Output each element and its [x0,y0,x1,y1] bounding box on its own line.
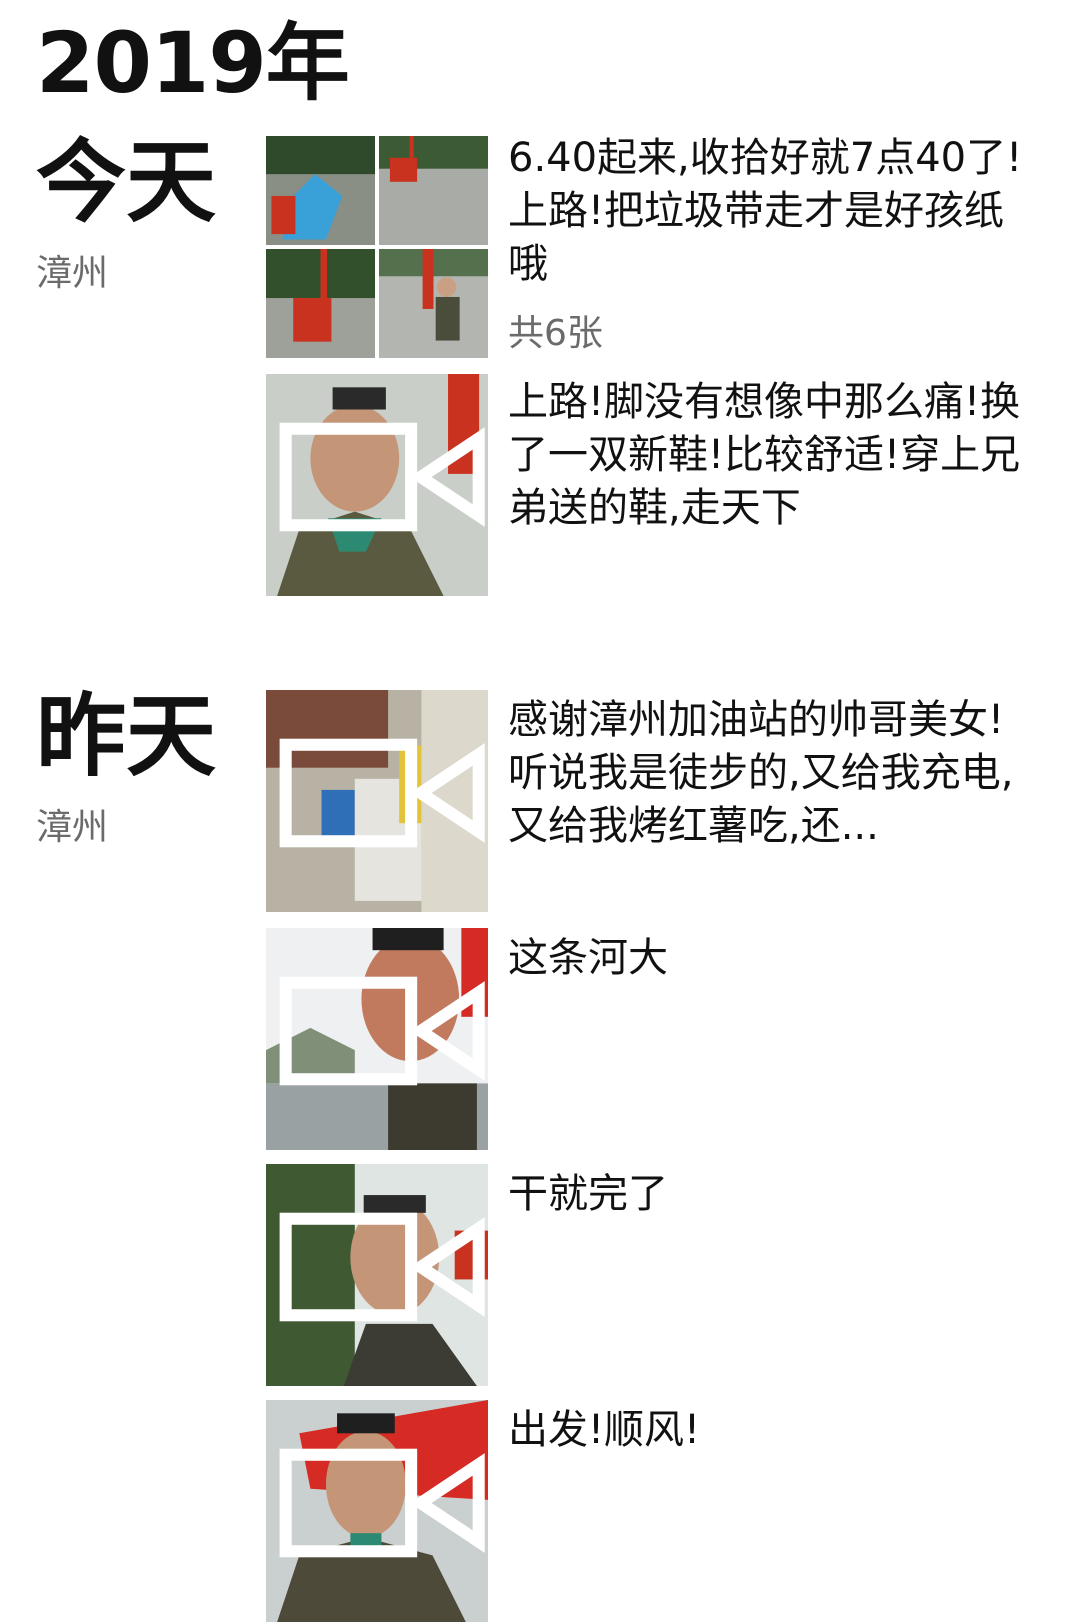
post-text[interactable]: 出发!顺风! [508,1404,1028,1457]
photo-thumbnail [266,249,375,358]
video-thumbnail[interactable] [266,928,488,1150]
post-text[interactable]: 感谢漳州加油站的帅哥美女!听说我是徒步的,又给我充电,又给我烤红薯吃,还... [508,694,1028,853]
day-label-yesterday: 昨天 [36,684,216,789]
post-text[interactable]: 这条河大 [508,932,1028,985]
day-label-today: 今天 [36,130,216,235]
video-thumbnail[interactable] [266,690,488,912]
video-thumbnail[interactable] [266,1400,488,1622]
post-photo-grid[interactable] [266,136,488,358]
post-text[interactable]: 上路!脚没有想像中那么痛!换了一双新鞋!比较舒适!穿上兄弟送的鞋,走天下 [508,376,1028,535]
video-camera-icon [279,738,485,848]
location-today[interactable]: 漳州 [36,244,108,296]
video-thumbnail[interactable] [266,374,488,596]
photo-thumbnail [379,136,488,245]
location-yesterday[interactable]: 漳州 [36,798,108,850]
video-thumbnail[interactable] [266,1164,488,1386]
video-camera-icon [279,1212,485,1322]
video-camera-icon [279,976,485,1086]
video-camera-icon [279,1448,485,1558]
photo-thumbnail [266,136,375,245]
photo-thumbnail [379,249,488,358]
video-camera-icon [279,422,485,532]
post-text[interactable]: 6.40起来,收拾好就7点40了!上路!把垃圾带走才是好孩纸哦 [508,132,1028,291]
year-heading: 2019年 [36,14,350,112]
image-count: 共6张 [508,313,603,354]
post-text[interactable]: 干就完了 [508,1168,1028,1221]
